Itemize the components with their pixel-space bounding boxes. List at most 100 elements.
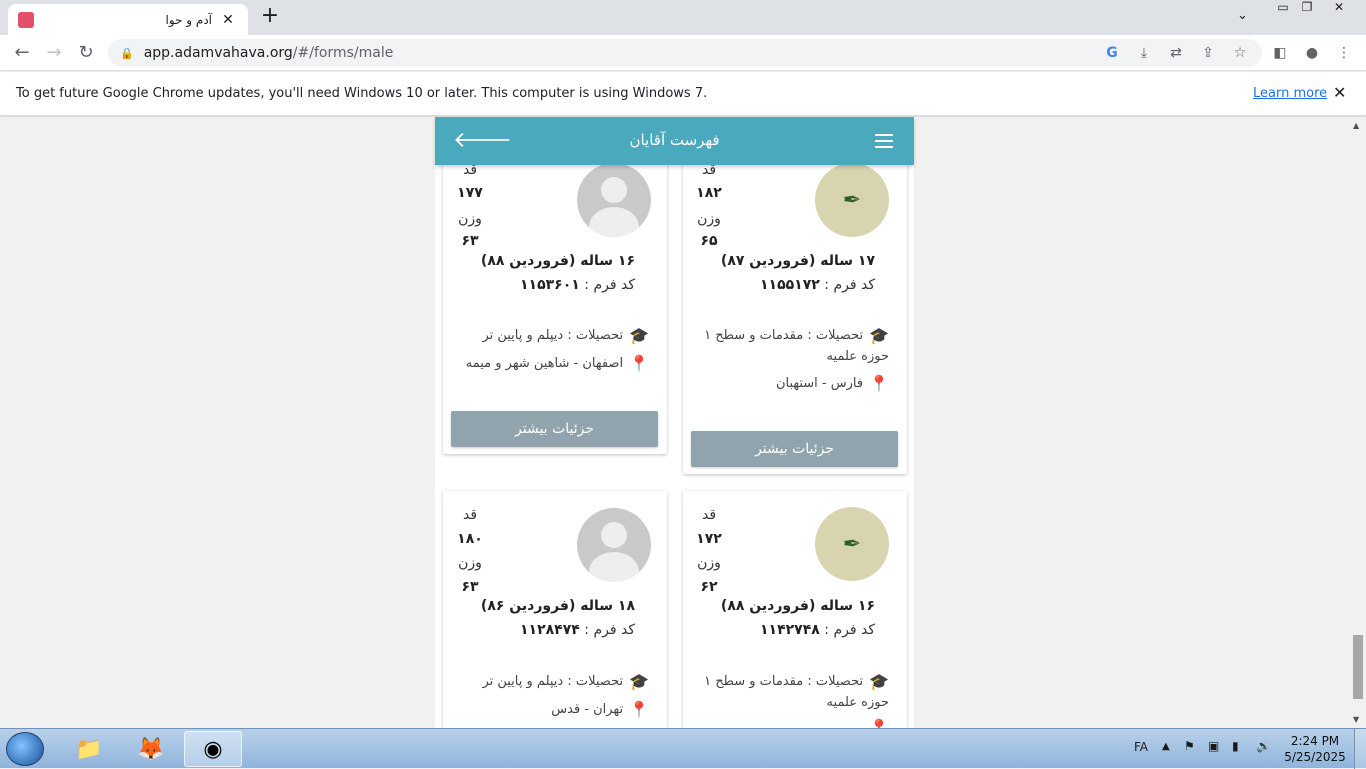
weight-label: وزن bbox=[697, 211, 721, 227]
share-icon[interactable]: ⇪ bbox=[1198, 43, 1218, 63]
chrome-menu-icon[interactable]: ⋮ bbox=[1334, 43, 1354, 63]
back-button[interactable]: ← bbox=[10, 41, 34, 65]
age-text: ۱۶ ساله (فروردین ۸۸) bbox=[720, 598, 875, 614]
hamburger-menu-icon[interactable] bbox=[875, 134, 893, 148]
url-text: app.adamvahava.org/#/forms/male bbox=[143, 45, 394, 61]
page-viewport: 🡐 فهرست آقایان ✒ قد ۱۸۲ وزن ۶۵ ۱۷ ساله (… bbox=[0, 117, 1350, 728]
weight-value: ۶۲ bbox=[700, 579, 718, 595]
system-clock[interactable]: 2:24 PM 5/25/2025 bbox=[1280, 733, 1350, 765]
reload-button[interactable]: ↻ bbox=[74, 41, 98, 65]
firefox-icon[interactable]: 🦊 bbox=[122, 731, 180, 767]
profile-card: ✒ قد ۱۸۲ وزن ۶۵ ۱۷ ساله (فروردین ۸۷) کد … bbox=[683, 137, 907, 474]
form-code: کد فرم : ۱۱۵۳۶۰۱ bbox=[520, 277, 635, 293]
page-title: فهرست آقایان bbox=[629, 131, 720, 149]
windows-taskbar: 📁 🦊 ◉ FA ▲ ⚑ ▣ ▮ 🔊 2:24 PM 5/25/2025 bbox=[0, 728, 1366, 769]
details-button[interactable]: جزئیات بیشتر bbox=[451, 411, 658, 447]
location-pin-icon: 📍 bbox=[629, 700, 649, 719]
google-icon[interactable]: G bbox=[1102, 43, 1122, 63]
tab-strip: آدم و حوا ✕ + ⌄ ▭ ❐ ✕ bbox=[0, 0, 1366, 35]
form-code: کد فرم : ۱۱۵۵۱۷۲ bbox=[760, 277, 875, 293]
location-line: 📍فارس - استهبان bbox=[775, 374, 889, 393]
profile-avatar-logo: ✒ bbox=[815, 507, 889, 581]
network-signal-icon[interactable]: ▮ bbox=[1232, 739, 1239, 753]
location-line: 📍اصفهان - شاهین شهر و میمه bbox=[465, 354, 649, 373]
side-panel-icon[interactable]: ◧ bbox=[1270, 43, 1290, 63]
tray-expand-icon[interactable]: ▲ bbox=[1162, 741, 1170, 752]
profile-card: ✒ قد ۱۷۲ وزن ۶۲ ۱۶ ساله (فروردین ۸۸) کد … bbox=[683, 491, 907, 728]
browser-tab[interactable]: آدم و حوا ✕ bbox=[8, 4, 248, 35]
site-favicon-icon bbox=[18, 11, 34, 28]
new-tab-button[interactable]: + bbox=[258, 5, 282, 29]
education-line: 🎓تحصیلات : دیپلم و پایین تر bbox=[482, 672, 649, 691]
location-pin-icon: 📍 bbox=[869, 374, 889, 393]
browser-toolbar: ← → ↻ 🔒 app.adamvahava.org/#/forms/male … bbox=[0, 35, 1366, 71]
default-avatar bbox=[577, 163, 651, 237]
education-line: 🎓تحصیلات : دیپلم و پایین تر bbox=[482, 326, 649, 345]
install-app-icon[interactable]: ⤓ bbox=[1134, 43, 1154, 63]
volume-icon[interactable]: 🔊 bbox=[1256, 739, 1271, 753]
file-explorer-icon[interactable]: 📁 bbox=[60, 731, 118, 767]
restore-button[interactable]: ❐ bbox=[1294, 0, 1320, 18]
graduation-cap-icon: 🎓 bbox=[629, 326, 649, 345]
infobar-message: To get future Google Chrome updates, you… bbox=[16, 86, 708, 101]
age-text: ۱۶ ساله (فروردین ۸۸) bbox=[480, 253, 635, 269]
location-pin-icon: 📍 bbox=[629, 354, 649, 373]
page-scrollbar[interactable]: ▲ ▼ bbox=[1350, 117, 1366, 728]
address-bar[interactable]: 🔒 app.adamvahava.org/#/forms/male bbox=[108, 39, 1262, 67]
profile-card: قد ۱۷۷ وزن ۶۳ ۱۶ ساله (فروردین ۸۸) کد فر… bbox=[443, 137, 667, 454]
weight-value: ۶۳ bbox=[461, 233, 479, 249]
default-avatar bbox=[577, 508, 651, 582]
height-value: ۱۷۲ bbox=[696, 531, 722, 547]
chrome-taskbar-icon[interactable]: ◉ bbox=[184, 731, 242, 767]
age-text: ۱۷ ساله (فروردین ۸۷) bbox=[720, 253, 875, 269]
start-button[interactable] bbox=[6, 732, 44, 766]
device-icon[interactable]: ▣ bbox=[1208, 739, 1219, 753]
height-value: ۱۷۷ bbox=[457, 185, 483, 201]
close-tab-icon[interactable]: ✕ bbox=[218, 12, 238, 28]
graduation-cap-icon: 🎓 bbox=[869, 326, 889, 345]
app-header: 🡐 فهرست آقایان bbox=[435, 117, 914, 165]
learn-more-link[interactable]: Learn more bbox=[1253, 86, 1327, 101]
show-desktop-button[interactable] bbox=[1354, 729, 1366, 769]
weight-value: ۶۵ bbox=[700, 233, 718, 249]
language-indicator[interactable]: FA bbox=[1134, 740, 1148, 754]
bookmark-star-icon[interactable]: ☆ bbox=[1230, 43, 1250, 63]
action-center-flag-icon[interactable]: ⚑ bbox=[1184, 739, 1195, 753]
clock-time: 2:24 PM bbox=[1290, 734, 1340, 748]
form-code: کد فرم : ۱۱۲۸۴۷۴ bbox=[520, 622, 635, 638]
weight-label: وزن bbox=[458, 211, 482, 227]
details-button[interactable]: جزئیات بیشتر bbox=[691, 431, 898, 467]
update-infobar: To get future Google Chrome updates, you… bbox=[0, 72, 1366, 116]
scroll-up-icon[interactable]: ▲ bbox=[1353, 121, 1359, 130]
forward-button[interactable]: → bbox=[42, 41, 66, 65]
tab-search-chevron-icon[interactable]: ⌄ bbox=[1237, 8, 1248, 23]
education-line: 🎓تحصیلات : مقدمات و سطح ۱ حوزه علمیه bbox=[704, 326, 889, 364]
height-value: ۱۸۲ bbox=[696, 185, 722, 201]
age-text: ۱۸ ساله (فروردین ۸۶) bbox=[480, 598, 635, 614]
profile-avatar-icon[interactable]: ● bbox=[1302, 43, 1322, 63]
graduation-cap-icon: 🎓 bbox=[869, 672, 889, 691]
location-line: 📍تهران - قدس bbox=[551, 700, 649, 719]
form-code: کد فرم : ۱۱۴۲۷۴۸ bbox=[760, 622, 875, 638]
weight-value: ۶۳ bbox=[461, 579, 479, 595]
location-line: 📍 bbox=[684, 717, 889, 728]
weight-label: وزن bbox=[458, 555, 482, 571]
height-label: قد bbox=[701, 507, 717, 523]
scroll-thumb[interactable] bbox=[1353, 635, 1363, 699]
height-value: ۱۸۰ bbox=[457, 531, 483, 547]
clock-date: 5/25/2025 bbox=[1284, 750, 1346, 764]
location-pin-icon: 📍 bbox=[869, 718, 889, 728]
minimize-button[interactable]: ▭ bbox=[1270, 0, 1296, 18]
translate-icon[interactable]: ⇄ bbox=[1166, 43, 1186, 63]
education-line: 🎓تحصیلات : مقدمات و سطح ۱ حوزه علمیه bbox=[704, 672, 889, 710]
tab-title: آدم و حوا bbox=[165, 12, 212, 27]
lock-icon: 🔒 bbox=[120, 46, 134, 60]
profile-card: قد ۱۸۰ وزن ۶۳ ۱۸ ساله (فروردین ۸۶) کد فر… bbox=[443, 491, 667, 728]
profile-avatar-logo: ✒ bbox=[815, 163, 889, 237]
window-close-button[interactable]: ✕ bbox=[1326, 0, 1352, 18]
infobar-close-icon[interactable]: ✕ bbox=[1333, 83, 1346, 102]
weight-label: وزن bbox=[697, 555, 721, 571]
scroll-down-icon[interactable]: ▼ bbox=[1353, 715, 1359, 724]
graduation-cap-icon: 🎓 bbox=[629, 672, 649, 691]
height-label: قد bbox=[462, 507, 478, 523]
